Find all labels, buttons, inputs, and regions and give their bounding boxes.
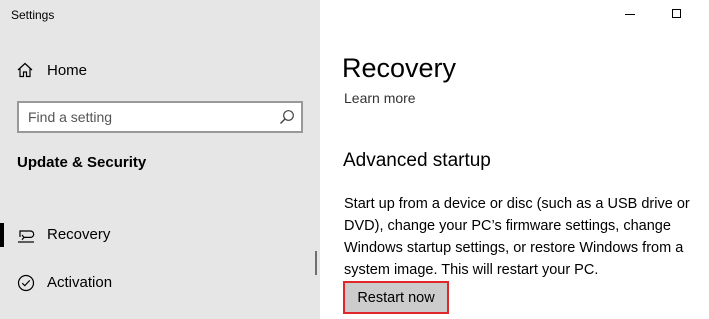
sidebar-item-label: Recovery <box>47 226 111 243</box>
restart-now-label: Restart now <box>357 289 435 306</box>
home-icon <box>16 61 34 79</box>
section-title: Update & Security <box>17 154 147 171</box>
sidebar-item-home[interactable]: Home <box>0 57 320 85</box>
search-box <box>17 101 303 133</box>
sidebar-item-activation[interactable]: Activation <box>0 268 320 298</box>
search-input[interactable] <box>19 103 269 131</box>
sidebar: Settings Home Update & Security <box>0 0 320 319</box>
maximize-icon <box>672 9 681 18</box>
maximize-button[interactable] <box>653 0 699 30</box>
sidebar-item-label: Home <box>47 62 88 79</box>
minimize-button[interactable] <box>607 0 653 30</box>
sidebar-scrollbar[interactable] <box>315 251 317 275</box>
app-title: Settings <box>11 8 55 22</box>
page-title: Recovery <box>342 53 457 83</box>
learn-more-link[interactable]: Learn more <box>344 90 416 106</box>
advanced-startup-heading: Advanced startup <box>343 150 491 171</box>
activation-icon <box>16 273 36 293</box>
main-content: Recovery Learn more Advanced startup Sta… <box>320 0 709 319</box>
selected-indicator <box>0 223 4 247</box>
minimize-icon <box>625 14 635 15</box>
search-icon[interactable] <box>279 109 295 125</box>
recovery-icon <box>16 225 36 245</box>
sidebar-item-recovery[interactable]: Recovery <box>0 220 320 250</box>
restart-now-button[interactable]: Restart now <box>343 281 449 314</box>
sidebar-item-label: Activation <box>47 274 113 291</box>
advanced-startup-description: Start up from a device or disc (such as … <box>344 196 690 278</box>
